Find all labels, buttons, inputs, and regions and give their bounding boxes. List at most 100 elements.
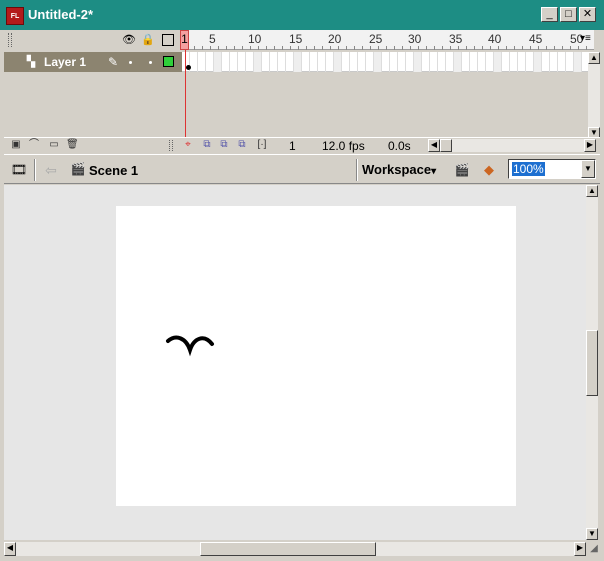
- scroll-right-icon[interactable]: ▶: [574, 542, 586, 556]
- onion-skin-outlines-icon[interactable]: ⧉: [218, 139, 230, 151]
- layer-frames[interactable]: [182, 52, 594, 72]
- scroll-up-icon[interactable]: ▲: [586, 185, 598, 197]
- frame-cell[interactable]: [566, 52, 574, 72]
- frame-cell[interactable]: [542, 52, 550, 72]
- onion-skin-icon[interactable]: ⧉: [201, 139, 213, 151]
- frame-cell[interactable]: [190, 52, 198, 72]
- frame-cell[interactable]: [510, 52, 518, 72]
- insert-layer-folder-icon[interactable]: ▭: [48, 139, 60, 151]
- frame-cell[interactable]: [502, 52, 510, 72]
- frame-cell[interactable]: [278, 52, 286, 72]
- frame-cell[interactable]: [206, 52, 214, 72]
- maximize-button[interactable]: □: [560, 7, 577, 22]
- frame-cell[interactable]: [350, 52, 358, 72]
- title-bar[interactable]: FL Untitled-2* _ □ ✕: [0, 0, 604, 30]
- frame-cell[interactable]: [558, 52, 566, 72]
- stage-vertical-scrollbar[interactable]: ▲ ▼: [586, 185, 598, 540]
- frame-cell[interactable]: [454, 52, 462, 72]
- layer-outline-color[interactable]: [163, 56, 174, 67]
- delete-layer-icon[interactable]: 🗑: [66, 139, 79, 151]
- zoom-combo[interactable]: 100% ▼: [508, 159, 596, 179]
- frame-cell[interactable]: [430, 52, 438, 72]
- frame-cell[interactable]: [246, 52, 254, 72]
- eye-icon[interactable]: 👁: [122, 33, 136, 47]
- lock-dot[interactable]: [149, 61, 152, 64]
- scene-label[interactable]: Scene 1: [89, 163, 138, 178]
- scroll-left-icon[interactable]: ◀: [428, 139, 440, 152]
- frame-cell[interactable]: [382, 52, 390, 72]
- scroll-right-icon[interactable]: ▶: [584, 139, 596, 152]
- resize-grip-icon[interactable]: ◢: [588, 542, 600, 556]
- layer-row-layer-1[interactable]: ▚ Layer 1 ✎: [4, 52, 182, 72]
- frame-cell[interactable]: [518, 52, 526, 72]
- frame-cell[interactable]: [358, 52, 366, 72]
- frame-cell[interactable]: [254, 52, 262, 72]
- timeline-scroll-thumb[interactable]: [440, 139, 452, 152]
- frame-cell[interactable]: [262, 52, 270, 72]
- frame-cell[interactable]: [414, 52, 422, 72]
- frame-cell[interactable]: [222, 52, 230, 72]
- frame-cell[interactable]: [574, 52, 582, 72]
- stage-vertical-thumb[interactable]: [586, 330, 598, 396]
- timeline-vertical-scrollbar[interactable]: ▲ ▼: [588, 52, 600, 139]
- frame-cell[interactable]: [446, 52, 454, 72]
- scroll-left-icon[interactable]: ◀: [4, 542, 16, 556]
- outline-icon[interactable]: [161, 33, 175, 47]
- frame-cell[interactable]: [550, 52, 558, 72]
- lock-icon[interactable]: 🔒: [141, 33, 155, 47]
- frame-cell[interactable]: [398, 52, 406, 72]
- frame-cell[interactable]: [390, 52, 398, 72]
- frame-cell[interactable]: [334, 52, 342, 72]
- edit-symbols-icon[interactable]: 🎬: [453, 161, 471, 179]
- zoom-input[interactable]: 100%: [512, 162, 545, 176]
- frame-cell[interactable]: [486, 52, 494, 72]
- stage-horizontal-thumb[interactable]: [200, 542, 376, 556]
- insert-layer-icon[interactable]: ▣: [10, 139, 22, 151]
- frame-cell[interactable]: [326, 52, 334, 72]
- frame-cell[interactable]: [374, 52, 382, 72]
- back-arrow-icon[interactable]: ⇦: [42, 161, 60, 179]
- frame-cell[interactable]: [214, 52, 222, 72]
- workspace-menu-button[interactable]: Workspace▾: [362, 161, 436, 179]
- modify-onion-markers-icon[interactable]: [·]: [256, 139, 268, 151]
- frame-cell[interactable]: [342, 52, 350, 72]
- timeline-horizontal-scrollbar[interactable]: ◀ ▶: [428, 139, 596, 152]
- scroll-down-icon[interactable]: ▼: [586, 528, 598, 540]
- minimize-button[interactable]: _: [541, 7, 558, 22]
- frame-cell[interactable]: [286, 52, 294, 72]
- stage-workspace[interactable]: [4, 185, 586, 540]
- center-frame-icon[interactable]: ⌖: [182, 139, 194, 151]
- scroll-up-icon[interactable]: ▲: [588, 52, 600, 64]
- frame-cell[interactable]: [198, 52, 206, 72]
- zoom-dropdown-icon[interactable]: ▼: [581, 160, 595, 178]
- keyframe-dot[interactable]: [186, 65, 191, 70]
- stage-canvas[interactable]: [116, 206, 516, 506]
- frame-ruler[interactable]: 1 5 10 15 20 25 30 35 40 45 50 ▾≡: [182, 30, 594, 50]
- edit-multiple-frames-icon[interactable]: ⧉: [236, 139, 248, 151]
- footer-gripper[interactable]: [169, 140, 173, 151]
- timeline-toggle-icon[interactable]: 🎞: [10, 161, 28, 179]
- close-button[interactable]: ✕: [579, 7, 596, 22]
- frame-cell[interactable]: [526, 52, 534, 72]
- timeline-menu-icon[interactable]: ▾≡: [580, 33, 591, 44]
- frame-cell[interactable]: [302, 52, 310, 72]
- frame-cell[interactable]: [438, 52, 446, 72]
- stage-horizontal-scrollbar[interactable]: ◀ ▶: [4, 542, 586, 556]
- frame-cell[interactable]: [534, 52, 542, 72]
- visibility-dot[interactable]: [129, 61, 132, 64]
- frame-cell[interactable]: [270, 52, 278, 72]
- frame-cell[interactable]: [470, 52, 478, 72]
- edit-scene-shapes-icon[interactable]: ◆: [480, 161, 498, 179]
- frame-cell[interactable]: [230, 52, 238, 72]
- add-motion-guide-icon[interactable]: ⌒: [28, 139, 40, 151]
- frame-cell[interactable]: [494, 52, 502, 72]
- timeline-gripper[interactable]: [8, 33, 12, 47]
- frame-cell[interactable]: [462, 52, 470, 72]
- frame-cell[interactable]: [238, 52, 246, 72]
- frame-cell[interactable]: [318, 52, 326, 72]
- frame-cell[interactable]: [406, 52, 414, 72]
- frame-cell[interactable]: [366, 52, 374, 72]
- frame-cell[interactable]: [422, 52, 430, 72]
- frame-cell[interactable]: [478, 52, 486, 72]
- drawn-stroke[interactable]: [116, 206, 516, 506]
